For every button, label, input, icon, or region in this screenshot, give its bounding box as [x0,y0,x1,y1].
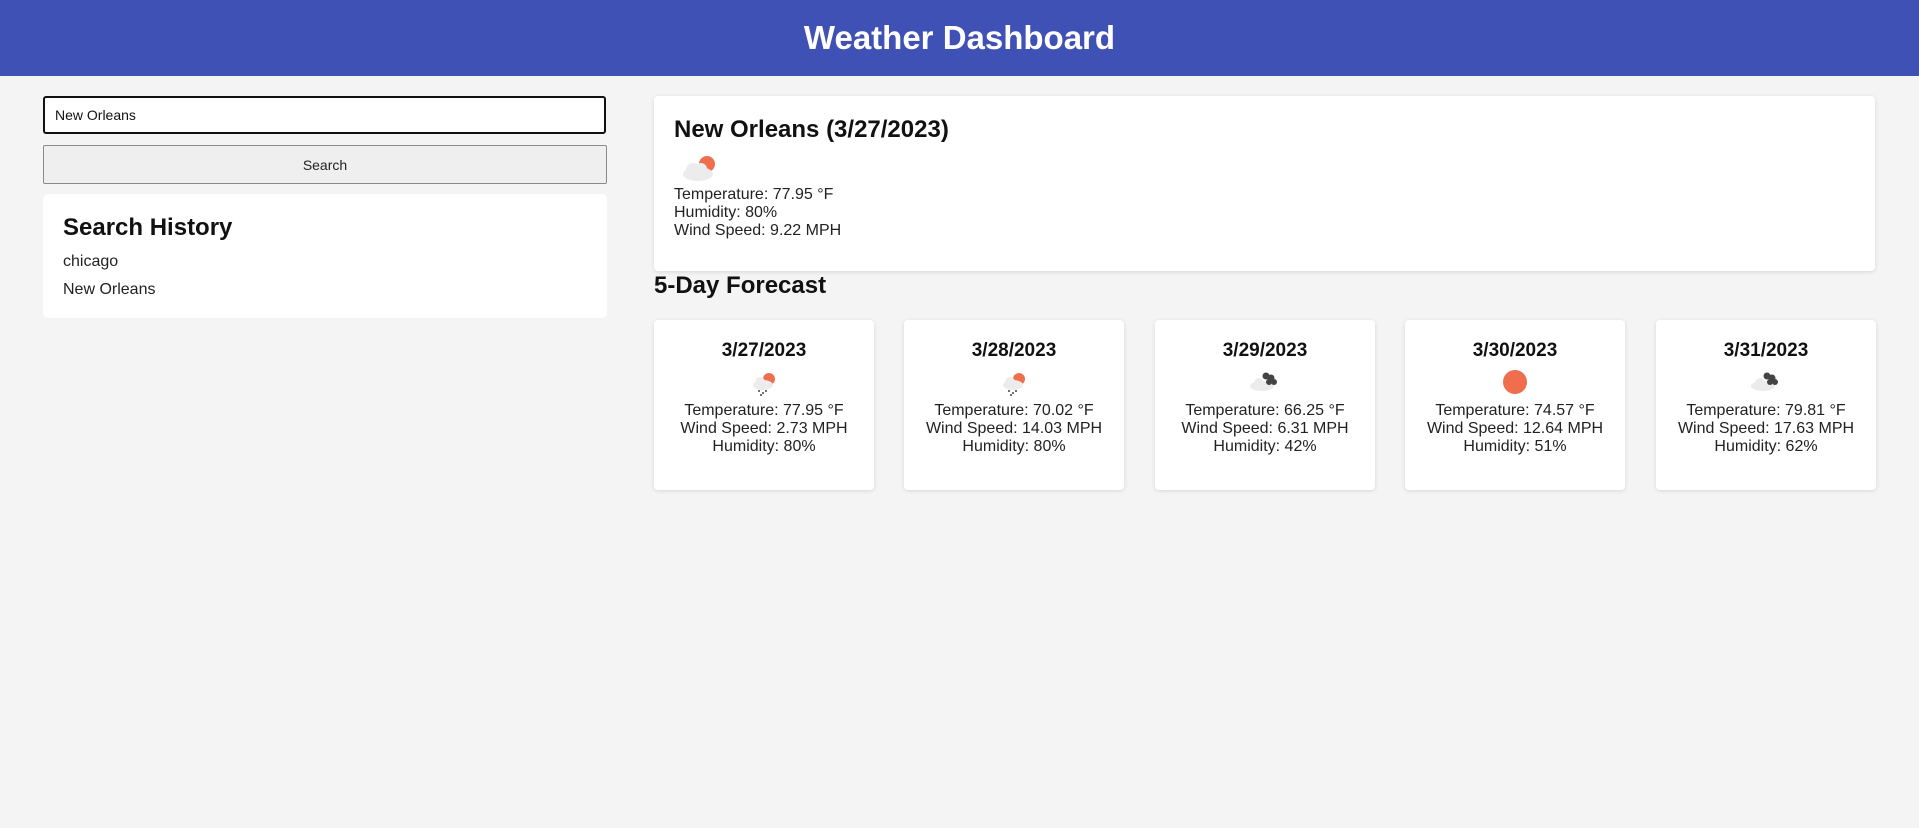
forecast-humidity: Humidity: 80% [962,438,1066,455]
forecast-date: 3/30/2023 [1472,340,1558,361]
broken-clouds-icon [1250,372,1277,391]
rain-sun-icon [1003,373,1025,396]
forecast-card: 3/27/2023 Temperature: 77.95 °F Wind Spe… [654,320,874,490]
forecast-temperature: Temperature: 66.25 °F [1185,402,1345,419]
search-history-title: Search History [63,214,233,241]
broken-clouds-icon [1751,372,1778,391]
history-item-chicago[interactable]: chicago [63,248,587,276]
forecast-card: 3/30/2023 Temperature: 74.57 °F Wind Spe… [1405,320,1625,490]
forecast-date: 3/31/2023 [1723,340,1809,361]
forecast-wind-speed: Wind Speed: 2.73 MPH [680,420,848,437]
forecast-humidity: Humidity: 80% [712,438,816,455]
forecast-humidity: Humidity: 42% [1213,438,1317,455]
forecast-temperature: Temperature: 74.57 °F [1435,402,1595,419]
forecast-temperature: Temperature: 79.81 °F [1686,402,1846,419]
app-header: Weather Dashboard [0,0,1919,76]
forecast-card: 3/28/2023 Temperature: 70.02 °F Wind Spe… [904,320,1124,490]
city-search-input[interactable] [43,96,606,134]
current-temperature: Temperature: 77.95 °F [674,186,834,203]
forecast-humidity: Humidity: 62% [1714,438,1818,455]
forecast-humidity: Humidity: 51% [1463,438,1567,455]
search-history-panel: Search History chicago New Orleans [43,194,607,318]
page-title: Weather Dashboard [803,19,1116,56]
forecast-temperature: Temperature: 77.95 °F [684,402,844,419]
current-humidity: Humidity: 80% [674,204,778,221]
forecast-wind-speed: Wind Speed: 6.31 MPH [1181,420,1349,437]
rain-sun-icon [753,373,775,396]
forecast-date: 3/28/2023 [971,340,1057,361]
current-weather-card: New Orleans (3/27/2023) Temperature: 77.… [654,96,1875,271]
clear-sun-icon [1503,370,1527,394]
forecast-wind-speed: Wind Speed: 17.63 MPH [1677,420,1855,437]
cloud-sun-icon [683,156,715,181]
forecast-title: 5-Day Forecast [654,272,827,299]
forecast-date: 3/27/2023 [721,340,807,361]
current-wind-speed: Wind Speed: 9.22 MPH [674,222,842,239]
forecast-card: 3/29/2023 Temperature: 66.25 °F Wind Spe… [1155,320,1375,490]
forecast-wind-speed: Wind Speed: 14.03 MPH [925,420,1103,437]
forecast-temperature: Temperature: 70.02 °F [934,402,1094,419]
current-city-title: New Orleans (3/27/2023) [674,116,949,143]
forecast-card: 3/31/2023 Temperature: 79.81 °F Wind Spe… [1656,320,1876,490]
forecast-wind-speed: Wind Speed: 12.64 MPH [1426,420,1604,437]
search-button[interactable]: Search [43,145,607,184]
forecast-date: 3/29/2023 [1222,340,1308,361]
history-item-new-orleans[interactable]: New Orleans [63,276,587,304]
